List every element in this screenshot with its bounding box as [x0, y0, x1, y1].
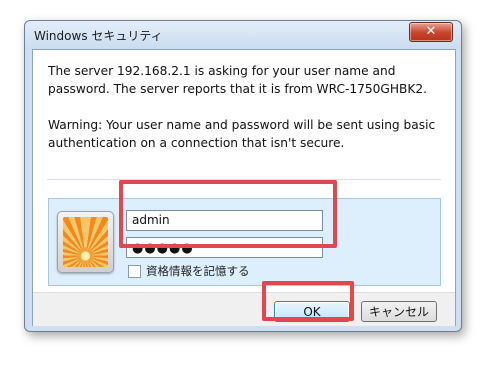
dialog-body: The server 192.168.2.1 is asking for you…: [32, 49, 456, 326]
username-input[interactable]: [126, 210, 323, 231]
remember-credentials-label[interactable]: 資格情報を記憶する: [146, 263, 250, 279]
title-bar[interactable]: Windows セキュリティ ✕: [25, 21, 461, 49]
server-request-text: The server 192.168.2.1 is asking for you…: [48, 64, 427, 96]
divider: [47, 179, 441, 180]
security-warning-text: Warning: Your user name and password wil…: [48, 118, 436, 150]
ok-button[interactable]: OK: [274, 301, 350, 322]
user-tile-icon: [57, 211, 114, 273]
dialog-title: Windows セキュリティ: [34, 29, 163, 43]
screenshot-stage: Windows セキュリティ ✕ The server 192.168.2.1 …: [0, 0, 504, 374]
cancel-button[interactable]: キャンセル: [361, 301, 437, 322]
security-dialog: Windows セキュリティ ✕ The server 192.168.2.1 …: [24, 20, 462, 332]
credential-panel: ●●●●● 資格情報を記憶する: [48, 198, 441, 286]
dialog-message: The server 192.168.2.1 is asking for you…: [48, 62, 443, 152]
close-button[interactable]: ✕: [409, 22, 453, 42]
close-icon: ✕: [425, 24, 437, 39]
flower-picture-icon: [63, 217, 108, 267]
button-bar: OK キャンセル: [33, 292, 455, 326]
password-input[interactable]: ●●●●●: [126, 237, 323, 258]
remember-credentials-checkbox[interactable]: [128, 265, 141, 278]
